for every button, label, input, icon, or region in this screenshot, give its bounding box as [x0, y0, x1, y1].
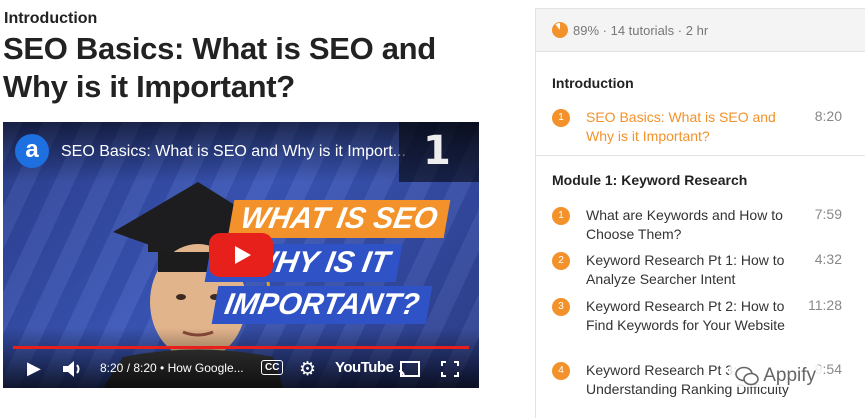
settings-gear-icon[interactable]: ⚙	[299, 358, 316, 381]
lesson-number: 4	[552, 362, 570, 380]
controls-overlay	[3, 328, 479, 388]
cast-icon[interactable]	[398, 361, 420, 377]
progress-bar-fill	[13, 346, 469, 349]
lesson-number: 1	[552, 207, 570, 225]
module-heading: Module 1: Keyword Research	[552, 172, 748, 188]
progress-pie-icon	[552, 22, 568, 38]
stats-text: 89% · 14 tutorials · 2 hr	[573, 23, 709, 38]
section-label: Introduction	[4, 10, 98, 27]
lesson-number: 3	[552, 298, 570, 316]
captions-button[interactable]: CC	[261, 360, 284, 375]
progress-bar[interactable]	[13, 346, 469, 349]
video-player[interactable]: WHAT IS SEO D WHY IS IT IMPORTANT? a SEO…	[3, 122, 479, 388]
stats-percent: 89%	[573, 23, 600, 38]
thumbnail-text-line3: IMPORTANT?	[211, 286, 433, 324]
video-title[interactable]: SEO Basics: What is SEO and Why is it Im…	[61, 143, 406, 161]
stats-tutorials: 14 tutorials	[610, 23, 675, 38]
lesson-duration: 7:59	[814, 206, 842, 222]
lesson-duration: 8:20	[814, 108, 842, 124]
section-divider	[536, 155, 865, 156]
lesson-title: Keyword Research Pt 1: How to Analyze Se…	[586, 252, 785, 287]
stats-duration: 2 hr	[685, 23, 709, 38]
lesson-number: 1	[552, 109, 570, 127]
intro-heading: Introduction	[552, 75, 634, 91]
fullscreen-icon[interactable]	[441, 361, 459, 377]
lesson-duration: 4:32	[814, 251, 842, 267]
watermark: Appify	[729, 365, 823, 387]
lesson-title: What are Keywords and How to Choose Them…	[586, 207, 783, 242]
youtube-logo[interactable]: YouTube	[335, 359, 394, 376]
lesson-duration: 11:28	[808, 297, 842, 313]
lesson-number: 2	[552, 252, 570, 270]
course-sidebar: 89% · 14 tutorials · 2 hr Introduction 1…	[535, 8, 865, 418]
play-button[interactable]	[209, 233, 273, 277]
time-display: 8:20 / 8:20 • How Google...	[100, 361, 244, 375]
wechat-icon	[735, 366, 759, 386]
lesson-title: SEO Basics: What is SEO and Why is it Im…	[586, 109, 776, 144]
watermark-text: Appify	[763, 365, 817, 386]
play-icon[interactable]: ▶	[27, 358, 41, 379]
course-stats: 89% · 14 tutorials · 2 hr	[536, 9, 865, 52]
episode-badge: 1	[399, 122, 479, 182]
volume-icon[interactable]	[63, 360, 83, 378]
channel-logo[interactable]: a	[15, 134, 49, 168]
page-title: SEO Basics: What is SEO and Why is it Im…	[3, 31, 436, 104]
lesson-title: Keyword Research Pt 2: How to Find Keywo…	[586, 298, 785, 333]
episode-badge-number: 1	[423, 128, 451, 174]
